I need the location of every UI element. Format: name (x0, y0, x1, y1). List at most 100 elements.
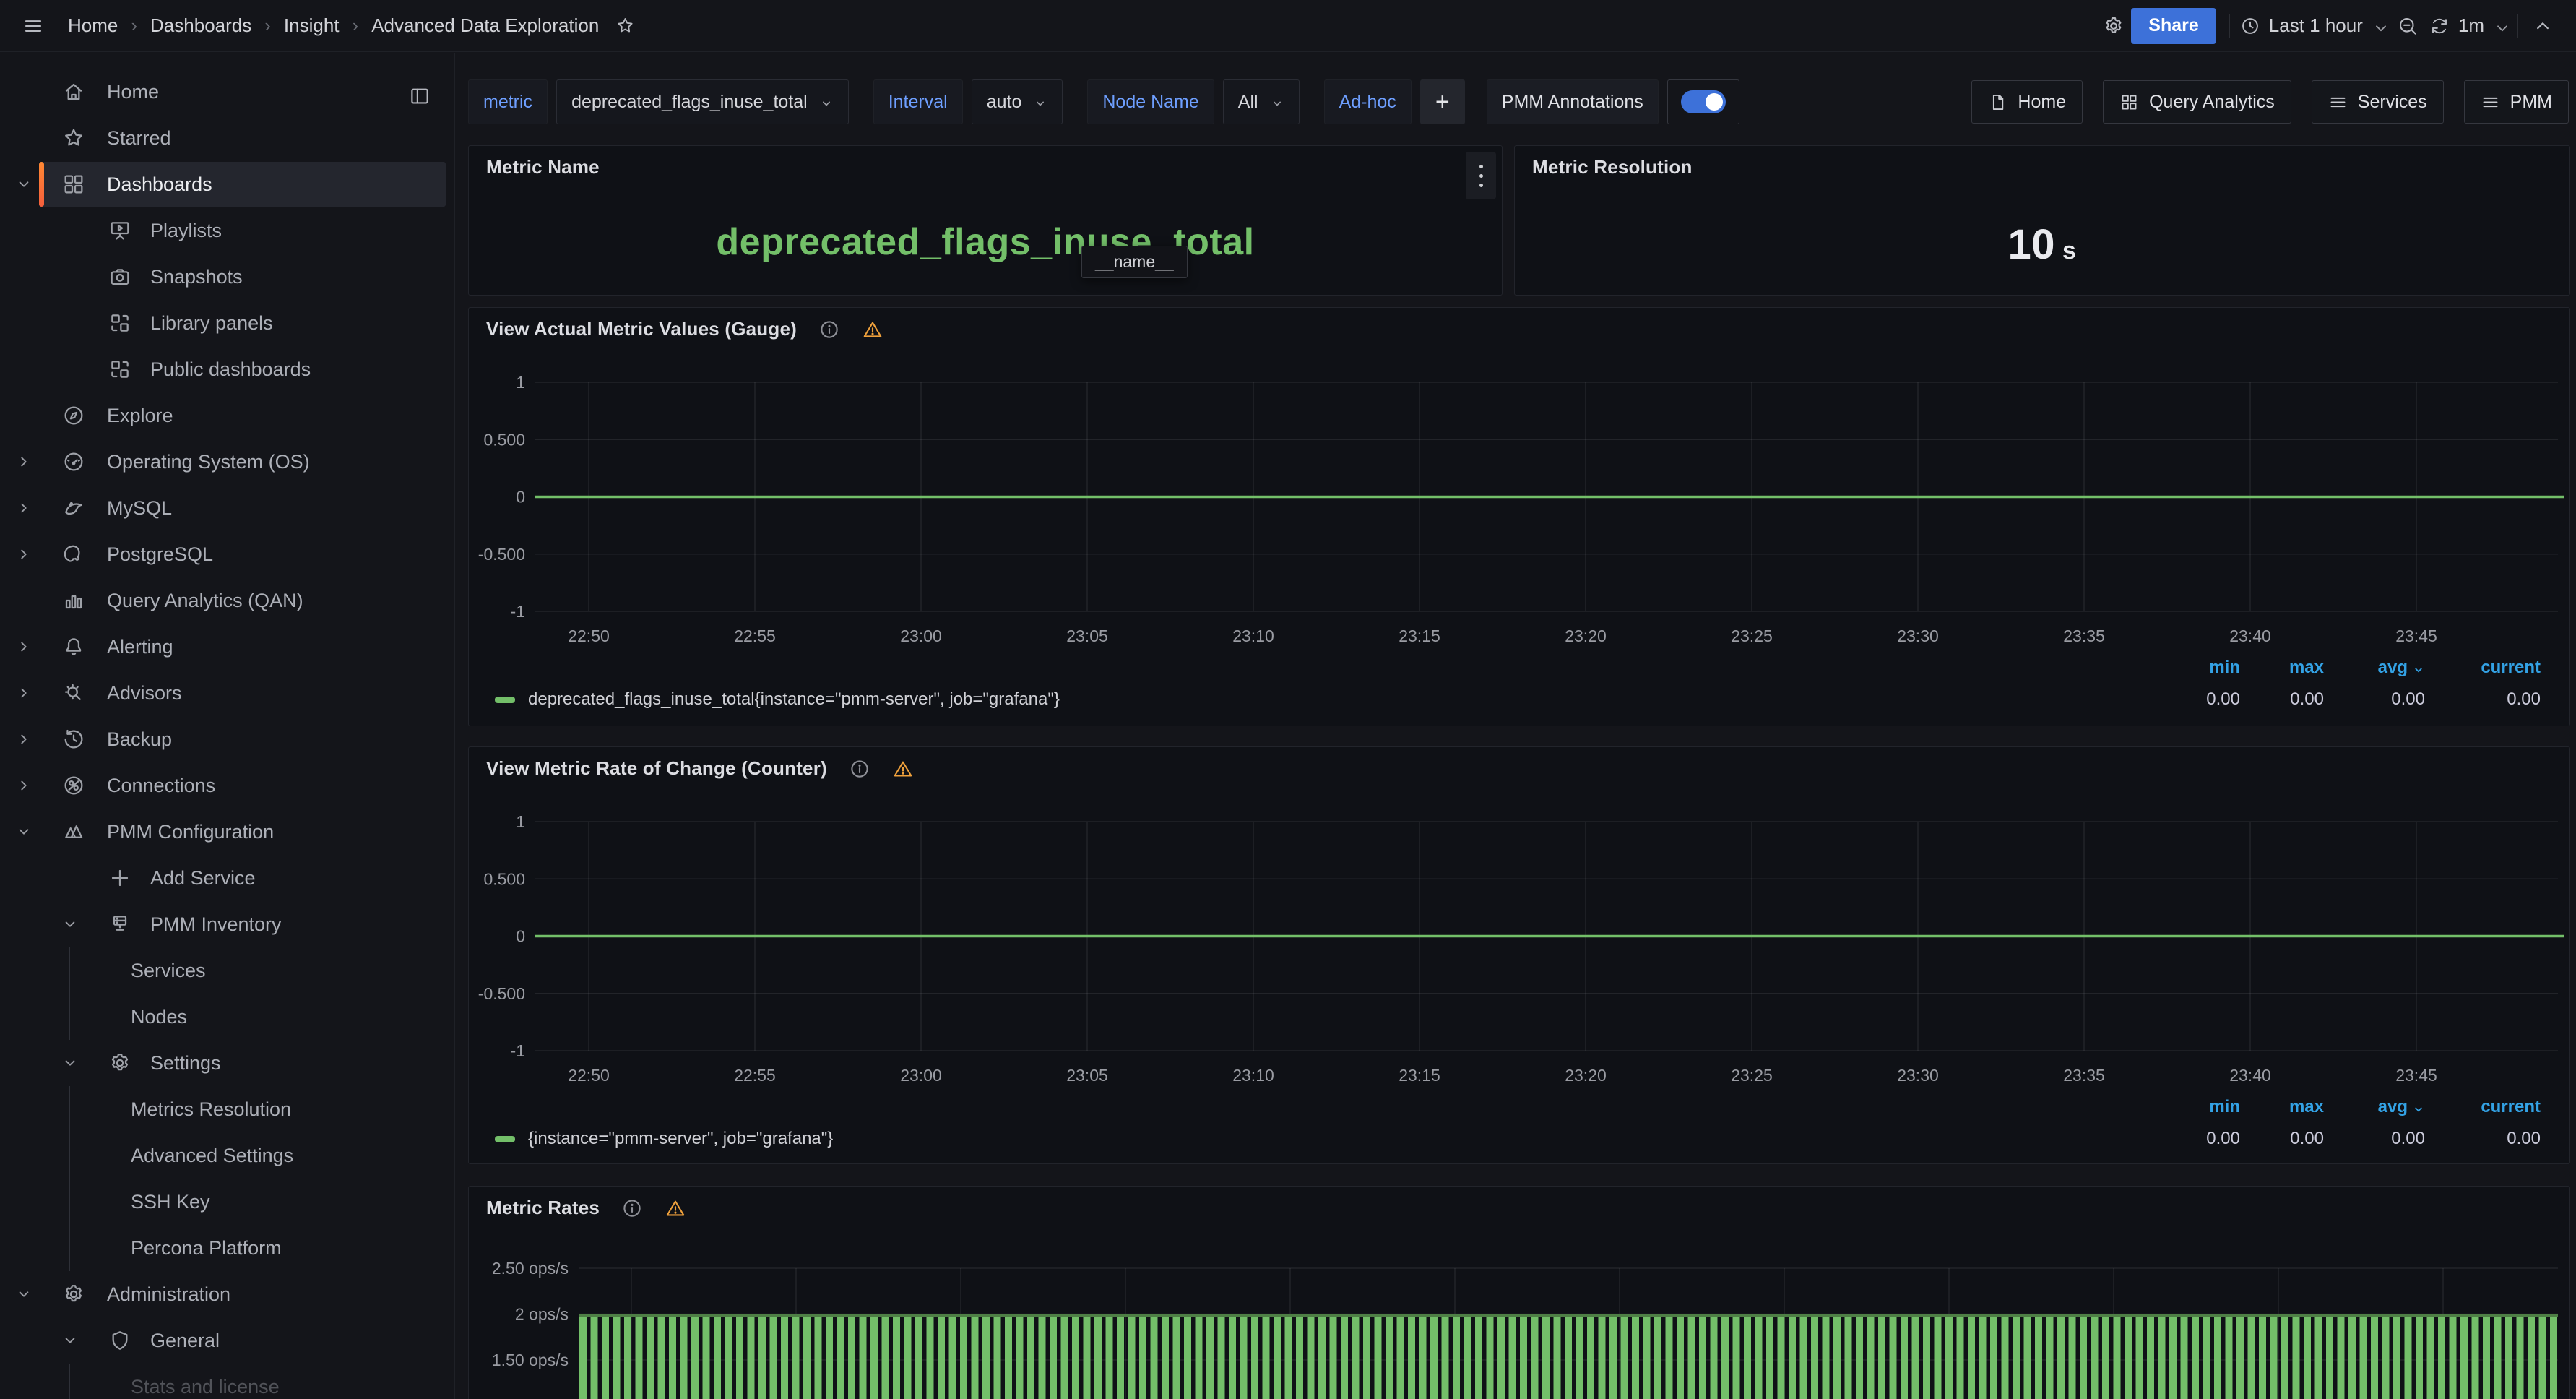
legend-header-avg[interactable]: avg (2338, 1097, 2425, 1117)
bar-series[interactable] (579, 1314, 2557, 1399)
caret-up-icon[interactable] (2528, 12, 2557, 40)
bar (826, 1314, 833, 1399)
chevron-down-icon[interactable] (61, 1054, 79, 1072)
x-tick-label: 23:20 (1565, 1066, 1607, 1085)
time-range-picker[interactable]: Last 1 hour (2240, 14, 2386, 37)
sidebar-item-alerting[interactable]: Alerting (0, 624, 454, 670)
sidebar-item-metrics-resolution[interactable]: Metrics Resolution (0, 1086, 454, 1132)
chevron-down-icon[interactable] (14, 175, 33, 194)
series-color-swatch[interactable] (495, 697, 515, 703)
sidebar-item-administration[interactable]: Administration (0, 1271, 454, 1317)
sidebar-item-public-dashboards[interactable]: Public dashboards (0, 346, 454, 392)
legend-header-max[interactable]: max (2255, 658, 2324, 678)
chevron-down-icon[interactable] (61, 1331, 79, 1350)
chevron-right-icon[interactable] (14, 776, 33, 795)
sidebar-item-library-panels[interactable]: Library panels (0, 300, 454, 346)
variable-value-metric[interactable]: deprecated_flags_inuse_total (556, 79, 849, 124)
sidebar-item-snapshots[interactable]: Snapshots (0, 254, 454, 300)
sidebar-item-label: Administration (107, 1283, 230, 1306)
sidebar-item-advisors[interactable]: Advisors (0, 670, 454, 716)
chevron-right-icon[interactable] (14, 684, 33, 702)
series-name[interactable]: {instance="pmm-server", job="grafana"} (528, 1129, 833, 1149)
share-button[interactable]: Share (2131, 8, 2216, 44)
sidebar-item-pmm-inventory[interactable]: PMM Inventory (0, 901, 454, 947)
breadcrumb-insight[interactable]: Insight (284, 14, 340, 37)
sidebar-item-nodes[interactable]: Nodes (0, 994, 454, 1040)
pmm-annotations-toggle[interactable] (1667, 79, 1739, 124)
bar (1778, 1314, 1785, 1399)
sidebar-item-add-service[interactable]: Add Service (0, 855, 454, 901)
chevron-down-icon[interactable] (61, 915, 79, 934)
sidebar-item-advanced-settings[interactable]: Advanced Settings (0, 1132, 454, 1179)
sidebar-item-services[interactable]: Services (0, 947, 454, 994)
services-link-button[interactable]: Services (2312, 80, 2444, 124)
legend-header-max[interactable]: max (2255, 1097, 2324, 1117)
chevron-right-icon[interactable] (14, 730, 33, 749)
zoom-out-icon[interactable] (2393, 12, 2422, 40)
breadcrumb-dashboards[interactable]: Dashboards (150, 14, 251, 37)
kebab-icon[interactable] (1466, 152, 1496, 199)
chevron-right-icon[interactable] (14, 545, 33, 564)
menu-icon[interactable] (19, 12, 48, 40)
chevron-right-icon[interactable] (14, 637, 33, 656)
sidebar-item-label: Snapshots (150, 266, 243, 288)
gear-icon[interactable] (2099, 12, 2128, 40)
sidebar-item-playlists[interactable]: Playlists (0, 207, 454, 254)
pmm-link-button[interactable]: PMM (2464, 80, 2569, 124)
sidebar-item-operating-system-os[interactable]: Operating System (OS) (0, 439, 454, 485)
variable-value-text: auto (987, 92, 1022, 113)
bar (1206, 1314, 1214, 1399)
x-tick-label: 23:45 (2395, 1066, 2437, 1085)
chevron-right-icon[interactable] (14, 452, 33, 471)
sidebar-item-general[interactable]: General (0, 1317, 454, 1364)
legend-header-current[interactable]: current (2439, 1097, 2541, 1117)
bar (1979, 1314, 1987, 1399)
panel-title: Metric Resolution (1532, 156, 1693, 178)
bar (2057, 1314, 2065, 1399)
bar (2270, 1314, 2278, 1399)
sidebar-item-mysql[interactable]: MySQL (0, 485, 454, 531)
star-icon[interactable] (610, 12, 639, 40)
sidebar-item-postgresql[interactable]: PostgreSQL (0, 531, 454, 577)
breadcrumb-current-page[interactable]: Advanced Data Exploration (371, 14, 599, 37)
bar (1397, 1314, 1404, 1399)
sidebar-item-backup[interactable]: Backup (0, 716, 454, 762)
sidebar-item-settings[interactable]: Settings (0, 1040, 454, 1086)
sidebar-item-starred[interactable]: Starred (0, 115, 454, 161)
sidebar-item-pmm-configuration[interactable]: PMM Configuration (0, 809, 454, 855)
bar (1520, 1314, 1527, 1399)
gauge-chart[interactable]: 22:5022:5523:0023:0523:1023:1523:2023:25… (469, 308, 2569, 653)
bar (1912, 1314, 1919, 1399)
variable-value-interval[interactable]: auto (972, 79, 1063, 124)
series-color-swatch[interactable] (495, 1136, 515, 1142)
metric-rates-chart[interactable]: 2.50 ops/s2 ops/s1.50 ops/s1 ops/s (469, 1187, 2569, 1399)
home-link-button[interactable]: Home (1971, 80, 2083, 124)
panel-collapse-icon[interactable] (405, 82, 434, 111)
sidebar-item-home[interactable]: Home (0, 69, 454, 115)
toggle-track (1681, 90, 1726, 113)
chevron-right-icon[interactable] (14, 499, 33, 517)
series-name[interactable]: deprecated_flags_inuse_total{instance="p… (528, 689, 1060, 710)
chevron-spacer (14, 82, 33, 101)
sidebar-item-stats-and-license[interactable]: Stats and license (0, 1364, 454, 1399)
sidebar-item-dashboards[interactable]: Dashboards (0, 161, 454, 207)
sidebar-item-percona-platform[interactable]: Percona Platform (0, 1225, 454, 1271)
counter-chart[interactable]: 22:5022:5523:0023:0523:1023:1523:2023:25… (469, 747, 2569, 1093)
breadcrumb-home[interactable]: Home (68, 14, 118, 37)
legend-header-current[interactable]: current (2439, 658, 2541, 678)
sidebar-item-connections[interactable]: Connections (0, 762, 454, 809)
query-analytics-link-button[interactable]: Query Analytics (2103, 80, 2291, 124)
legend-header-min[interactable]: min (2171, 1097, 2240, 1117)
sidebar-item-ssh-key[interactable]: SSH Key (0, 1179, 454, 1225)
sidebar-item-query-analytics-qan[interactable]: Query Analytics (QAN) (0, 577, 454, 624)
chevron-down-icon[interactable] (14, 822, 33, 841)
legend-header-avg[interactable]: avg (2338, 658, 2425, 678)
legend-header-min[interactable]: min (2171, 658, 2240, 678)
add-adhoc-filter-button[interactable]: + (1420, 79, 1465, 124)
variable-value-node-name[interactable]: All (1223, 79, 1300, 124)
sidebar-item-explore[interactable]: Explore (0, 392, 454, 439)
refresh-picker[interactable]: 1m (2429, 14, 2507, 37)
sidebar-item-label: Dashboards (107, 173, 212, 196)
x-tick-label: 22:55 (734, 1066, 776, 1085)
chevron-down-icon[interactable] (14, 1285, 33, 1304)
